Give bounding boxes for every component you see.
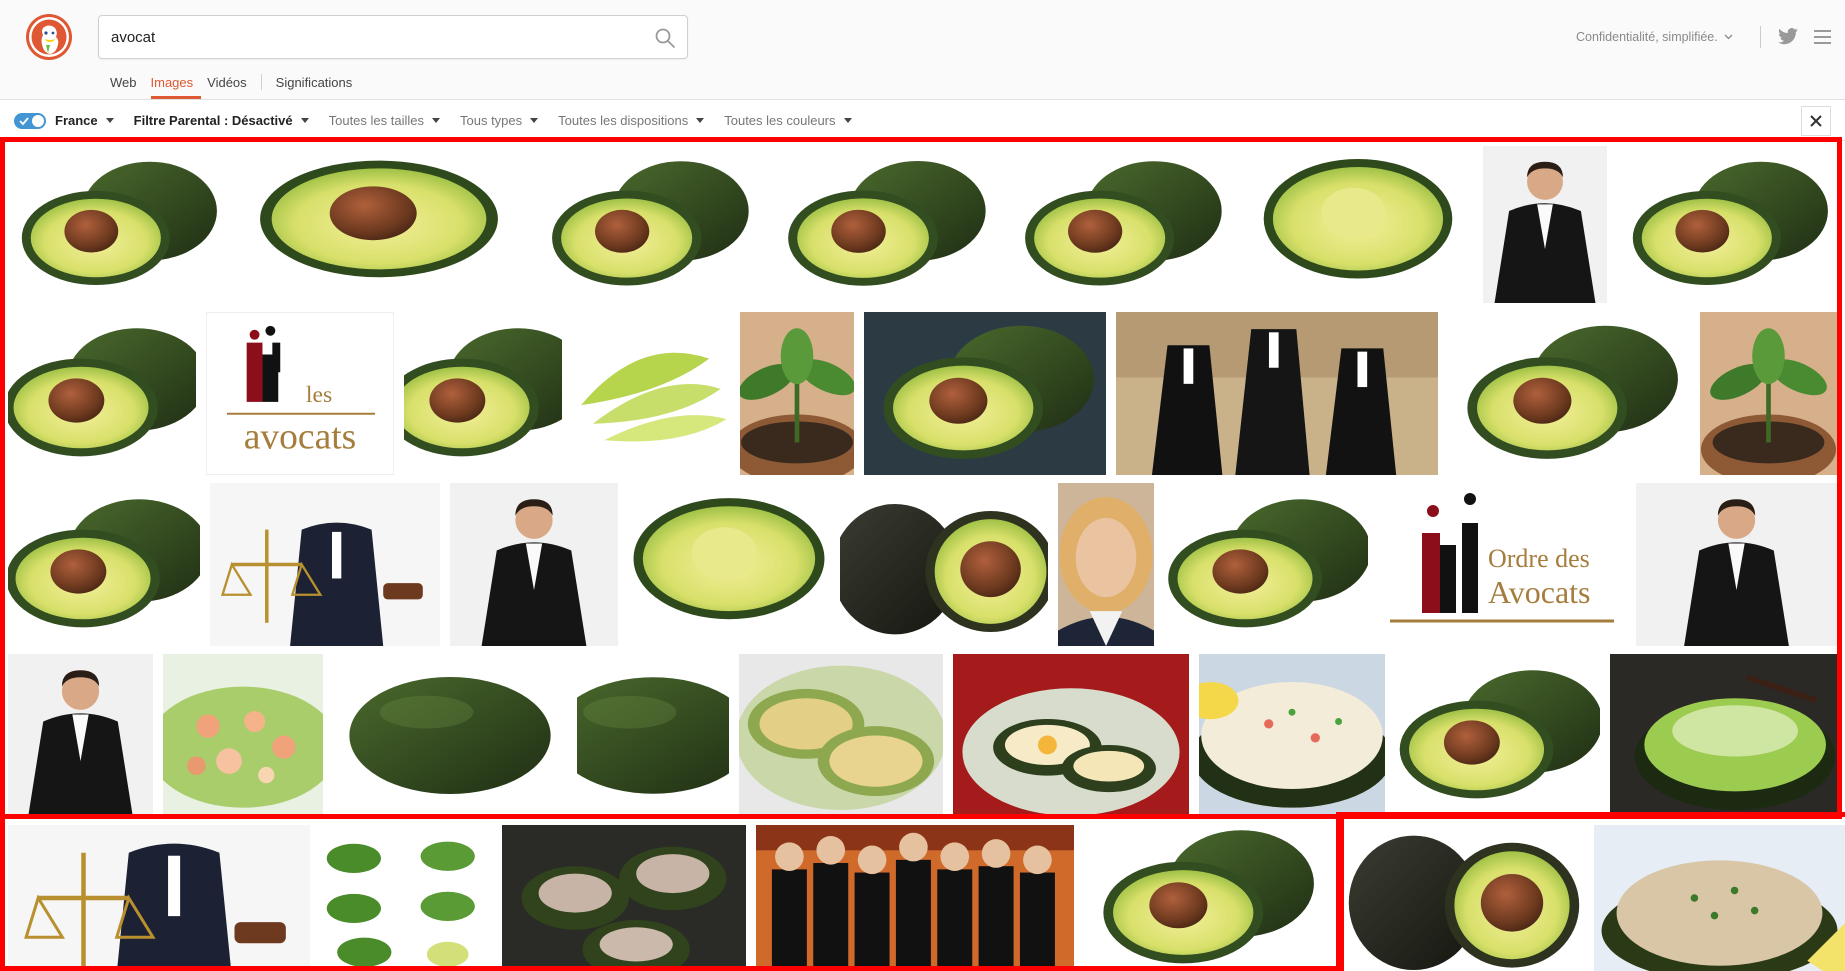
- image-result[interactable]: Ordre des Avocats: [1378, 483, 1626, 646]
- search-box: [98, 15, 688, 59]
- image-result[interactable]: [1116, 312, 1438, 475]
- image-result[interactable]: [628, 483, 830, 646]
- image-result[interactable]: [739, 654, 943, 817]
- check-icon: [19, 116, 29, 125]
- close-icon: [1810, 115, 1822, 127]
- image-result[interactable]: [740, 312, 854, 475]
- image-result[interactable]: [1594, 825, 1845, 971]
- region-label: France: [55, 113, 98, 128]
- logo-line1: Ordre des: [1488, 544, 1590, 573]
- search-input[interactable]: [111, 16, 641, 58]
- caret-down-icon: [300, 118, 309, 123]
- tab-videos[interactable]: Vidéos: [207, 75, 247, 90]
- layout-filter[interactable]: Toutes les dispositions: [558, 113, 705, 128]
- image-result[interactable]: [210, 483, 440, 646]
- image-result[interactable]: [1084, 825, 1326, 971]
- image-result[interactable]: [1610, 654, 1837, 817]
- image-result[interactable]: [1700, 312, 1837, 475]
- image-result[interactable]: [1243, 146, 1473, 303]
- tab-images[interactable]: Images: [151, 75, 194, 90]
- image-result[interactable]: [1395, 654, 1600, 817]
- image-result[interactable]: [1007, 146, 1233, 303]
- type-label: Tous types: [460, 113, 523, 128]
- tab-meanings[interactable]: Significations: [276, 75, 353, 90]
- caret-down-icon: [843, 118, 852, 123]
- layout-label: Toutes les dispositions: [558, 113, 689, 128]
- image-result[interactable]: [8, 825, 310, 971]
- image-result[interactable]: [450, 483, 618, 646]
- chevron-down-icon: [1724, 34, 1733, 40]
- image-result[interactable]: [1344, 825, 1584, 971]
- image-result[interactable]: [953, 654, 1189, 817]
- privacy-menu[interactable]: Confidentialité, simplifiée.: [1576, 30, 1733, 44]
- search-icon[interactable]: [653, 26, 677, 50]
- image-result[interactable]: [770, 146, 997, 303]
- image-result[interactable]: [333, 654, 567, 817]
- image-result[interactable]: [840, 483, 1048, 646]
- filter-bar: France Filtre Parental : Désactivé Toute…: [0, 101, 1845, 141]
- les-avocats-logo: les avocats: [226, 325, 376, 457]
- image-result[interactable]: [8, 146, 224, 303]
- image-result[interactable]: [1636, 483, 1837, 646]
- caret-down-icon: [696, 118, 705, 123]
- tab-web[interactable]: Web: [110, 75, 137, 90]
- size-label: Toutes les tailles: [328, 113, 424, 128]
- image-result[interactable]: [8, 483, 200, 646]
- menu-icon[interactable]: [1814, 30, 1831, 44]
- search-type-tabs: Web Images Vidéos Significations: [110, 72, 366, 92]
- size-filter[interactable]: Toutes les tailles: [329, 113, 440, 128]
- header-divider: [1760, 26, 1761, 48]
- region-toggle[interactable]: [14, 112, 46, 129]
- image-result[interactable]: [1058, 483, 1154, 646]
- image-result[interactable]: [1617, 146, 1837, 303]
- image-result[interactable]: [1448, 312, 1690, 475]
- caret-down-icon: [530, 118, 539, 123]
- image-result[interactable]: [8, 312, 196, 475]
- image-result[interactable]: [320, 825, 492, 971]
- image-result[interactable]: [1199, 654, 1385, 817]
- image-result[interactable]: [572, 312, 730, 475]
- active-tab-indicator: [151, 96, 201, 99]
- header: Web Images Vidéos Significations Confide…: [0, 0, 1845, 100]
- logo-line2: Avocats: [1488, 574, 1590, 610]
- image-result[interactable]: [534, 146, 760, 303]
- image-result[interactable]: [1164, 483, 1368, 646]
- safe-search-filter[interactable]: Filtre Parental : Désactivé: [134, 113, 309, 128]
- ordre-des-avocats-logo: Ordre des Avocats: [1378, 483, 1626, 646]
- twitter-icon[interactable]: [1777, 28, 1799, 46]
- image-result[interactable]: [234, 146, 524, 303]
- privacy-label: Confidentialité, simplifiée.: [1576, 30, 1718, 44]
- duckduckgo-logo[interactable]: [26, 14, 72, 60]
- close-filters-button[interactable]: [1801, 106, 1831, 136]
- logo-line2: avocats: [244, 416, 357, 457]
- image-result[interactable]: [502, 825, 746, 971]
- type-filter[interactable]: Tous types: [460, 113, 539, 128]
- caret-down-icon: [432, 118, 440, 123]
- logo-line1: les: [306, 382, 332, 408]
- image-result[interactable]: [864, 312, 1106, 475]
- safe-search-label: Filtre Parental : Désactivé: [133, 113, 293, 128]
- image-result[interactable]: [577, 654, 729, 817]
- image-result[interactable]: [756, 825, 1074, 971]
- color-label: Toutes les couleurs: [724, 113, 836, 128]
- image-results-grid: les avocats Ordre des Avocats: [0, 141, 1845, 971]
- color-filter[interactable]: Toutes les couleurs: [724, 113, 852, 128]
- tab-divider: [260, 74, 262, 90]
- image-result[interactable]: [1483, 146, 1607, 303]
- image-result[interactable]: [404, 312, 562, 475]
- image-result[interactable]: [8, 654, 153, 817]
- region-filter[interactable]: France: [55, 113, 114, 128]
- image-result[interactable]: [163, 654, 323, 817]
- caret-down-icon: [105, 118, 114, 123]
- image-result[interactable]: les avocats: [206, 312, 394, 475]
